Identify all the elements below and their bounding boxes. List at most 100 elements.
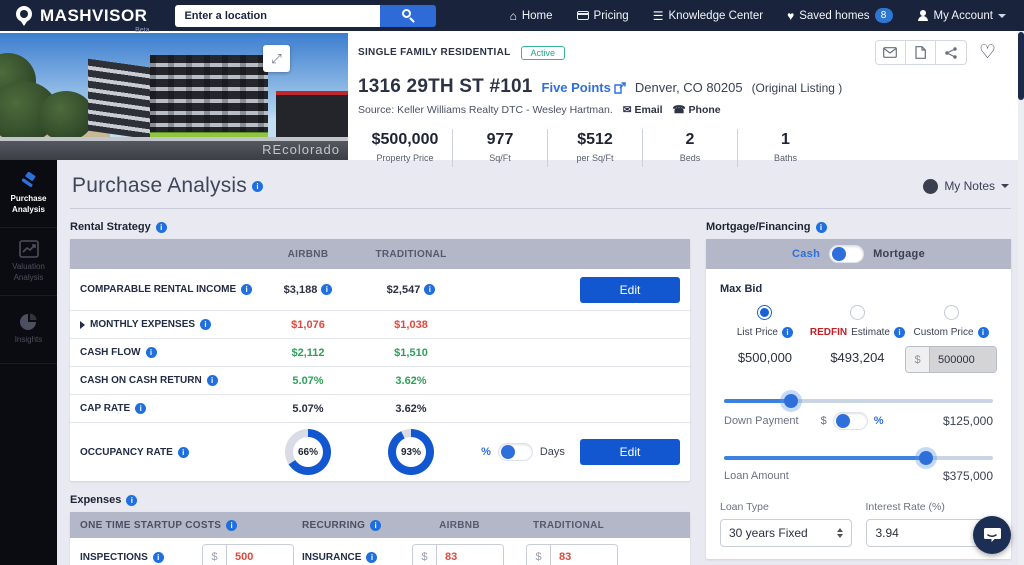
- user-icon: [917, 10, 929, 21]
- column-header-traditional: TRADITIONAL: [375, 248, 447, 260]
- max-bid-label: Max Bid: [720, 283, 763, 295]
- table-row-cash-flow: CASH FLOW $2,112 $1,510: [70, 339, 690, 367]
- search-input[interactable]: [175, 4, 381, 27]
- nav-home[interactable]: ⌂ Home: [510, 10, 553, 22]
- email-agent-link[interactable]: ✉ Email: [623, 104, 663, 116]
- loan-amount-caption: Loan Amount $375,000: [724, 469, 993, 483]
- top-navbar: MASHVISOR Beta ⌂ Home Pricing ☰ Knowledg…: [0, 0, 1024, 34]
- chat-widget-button[interactable]: [973, 516, 1011, 554]
- max-bid-option-list-price: List Price $500,000: [720, 305, 810, 373]
- phone-agent-link[interactable]: ☎ Phone: [673, 104, 721, 116]
- info-icon[interactable]: [206, 375, 218, 386]
- insurance-traditional-value-input[interactable]: [551, 545, 617, 565]
- beta-label: Beta: [135, 26, 150, 34]
- info-icon[interactable]: [135, 403, 147, 414]
- search-button[interactable]: [380, 4, 437, 27]
- info-icon[interactable]: [152, 551, 164, 563]
- info-icon[interactable]: [155, 221, 167, 233]
- external-link-icon: [614, 81, 626, 94]
- property-photo[interactable]: REcolorado ⤢: [0, 33, 348, 160]
- list-icon: ☰: [652, 8, 664, 23]
- info-icon[interactable]: [200, 319, 212, 330]
- envelope-icon: ✉: [622, 104, 632, 116]
- cash-mortgage-toggle[interactable]: [829, 245, 865, 263]
- days-toggle-label[interactable]: Days: [540, 446, 565, 458]
- custom-price-radio[interactable]: [943, 305, 959, 320]
- info-icon[interactable]: [977, 327, 989, 338]
- photo-watermark: REcolorado: [262, 142, 340, 157]
- stepper-icon: [836, 528, 843, 538]
- saved-homes-count-badge: 8: [874, 8, 893, 23]
- edit-rental-income-button[interactable]: Edit: [580, 276, 680, 303]
- expense-row-inspections-insurance: INSPECTIONS $ INSURANCE $ $: [70, 538, 690, 565]
- airbnb-occupancy-donut: 66%: [285, 429, 331, 475]
- edit-occupancy-button[interactable]: Edit: [580, 439, 680, 465]
- percent-days-toggle[interactable]: [497, 443, 533, 461]
- redfin-estimate-radio[interactable]: [849, 305, 865, 320]
- max-bid-option-custom-price: Custom Price $: [905, 305, 997, 373]
- nav-pricing[interactable]: Pricing: [576, 10, 629, 22]
- expand-photo-button[interactable]: ⤢: [263, 45, 290, 72]
- main-content: Purchase Analysis My Notes Rental Strate…: [57, 160, 1024, 565]
- custom-price-value-input[interactable]: [930, 347, 996, 372]
- logo-text: MASHVISOR: [40, 5, 148, 25]
- info-icon[interactable]: [815, 221, 827, 233]
- mortgage-financing-section-label: Mortgage/Financing: [706, 221, 1011, 233]
- loan-amount-slider-handle[interactable]: [918, 451, 933, 465]
- info-icon[interactable]: [894, 327, 905, 338]
- heart-icon: ♥: [787, 8, 795, 23]
- share-button[interactable]: [935, 41, 966, 64]
- sidebar-item-purchase-analysis[interactable]: Purchase Analysis: [0, 160, 57, 228]
- scrollbar-thumb[interactable]: [1018, 32, 1024, 100]
- info-icon[interactable]: [366, 551, 378, 563]
- nav-my-account[interactable]: My Account: [917, 10, 1006, 22]
- listing-source: Source: Keller Williams Realty DTC - Wes…: [358, 104, 613, 116]
- chat-icon: [984, 528, 1001, 542]
- mashvisor-logo[interactable]: MASHVISOR Beta: [14, 5, 149, 34]
- percent-toggle-label[interactable]: %: [481, 446, 491, 458]
- table-row-monthly-expenses[interactable]: MONTHLY EXPENSES $1,076 $1,038: [70, 311, 690, 339]
- insurance-airbnb-value-input[interactable]: [437, 545, 503, 565]
- info-icon[interactable]: [424, 284, 436, 295]
- neighborhood-link[interactable]: Five Points: [542, 80, 626, 95]
- info-icon[interactable]: [145, 347, 157, 358]
- property-type-label: SINGLE FAMILY RESIDENTIAL: [358, 47, 511, 58]
- inspections-value-input[interactable]: [227, 545, 293, 565]
- my-notes-dropdown[interactable]: My Notes: [923, 178, 1009, 194]
- info-icon[interactable]: [321, 284, 333, 295]
- redfin-logo: REDFIN: [809, 327, 848, 338]
- dollar-percent-toggle[interactable]: [832, 412, 868, 430]
- home-icon: ⌂: [509, 8, 517, 23]
- sidebar-item-valuation-analysis[interactable]: Valuation Analysis: [0, 228, 57, 296]
- info-icon[interactable]: [370, 519, 382, 531]
- info-icon[interactable]: [126, 494, 138, 506]
- chevron-down-icon: [1001, 184, 1009, 188]
- email-property-button[interactable]: [875, 41, 906, 64]
- tree-graphic: [38, 91, 94, 141]
- page-title: Purchase Analysis: [72, 174, 247, 197]
- rental-strategy-table: AIRBNB TRADITIONAL COMPARABLE RENTAL INC…: [70, 239, 690, 481]
- info-icon[interactable]: [781, 327, 793, 338]
- mortgage-toggle-label[interactable]: Mortgage: [873, 248, 925, 260]
- info-icon[interactable]: [226, 519, 238, 531]
- pdf-report-button[interactable]: [905, 41, 936, 64]
- list-price-radio[interactable]: [757, 305, 773, 320]
- down-payment-slider-handle[interactable]: [784, 394, 799, 408]
- info-icon[interactable]: [252, 180, 263, 192]
- expenses-section-label: Expenses: [70, 494, 690, 506]
- scrollbar-track[interactable]: [1018, 31, 1024, 565]
- expand-row-icon[interactable]: [80, 320, 85, 329]
- info-icon[interactable]: [177, 446, 189, 458]
- dollar-toggle-label[interactable]: $: [821, 415, 827, 427]
- nav-saved-homes[interactable]: ♥ Saved homes 8: [787, 8, 893, 23]
- sidebar-item-insights[interactable]: Insights: [0, 296, 57, 364]
- percent-toggle-label[interactable]: %: [874, 415, 884, 427]
- favorite-heart-button[interactable]: ♡: [979, 43, 996, 62]
- interest-rate-label: Interest Rate (%): [865, 501, 945, 513]
- info-icon[interactable]: [241, 284, 253, 295]
- loan-type-select[interactable]: 30 years Fixed: [720, 519, 852, 547]
- property-city: Denver, CO 80205: [634, 80, 743, 95]
- cash-toggle-label[interactable]: Cash: [792, 248, 820, 260]
- nav-knowledge-center[interactable]: ☰ Knowledge Center: [653, 10, 763, 22]
- down-payment-caption: Down Payment $ % $125,000: [724, 412, 993, 430]
